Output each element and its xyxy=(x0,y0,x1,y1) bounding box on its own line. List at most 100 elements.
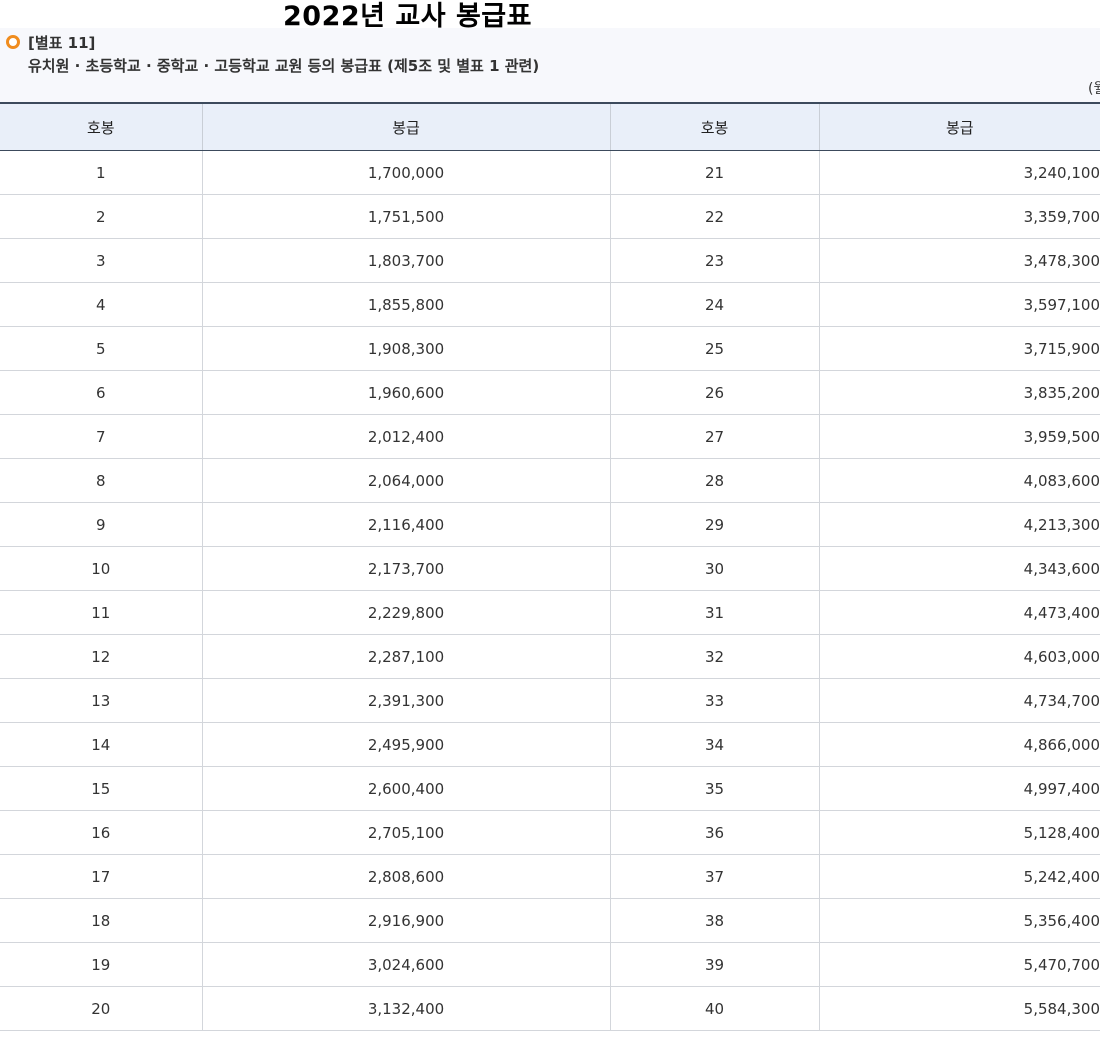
column-header-pay: 봉급 xyxy=(201,103,610,151)
salary-cell: 5,356,400 xyxy=(818,898,1100,943)
step-cell: 21 xyxy=(609,150,819,195)
table-body: 1 1,700,000 21 3,240,100 2 1,751,500 22 3,359,7… xyxy=(0,150,1100,1031)
table-row: 3 1,803,700 23 3,478,300 xyxy=(0,238,1100,283)
step-cell: 25 xyxy=(609,326,819,371)
salary-cell: 3,959,500 xyxy=(818,414,1100,459)
step-cell: 15 xyxy=(0,766,202,811)
step-cell: 40 xyxy=(609,986,819,1031)
step-cell: 8 xyxy=(0,458,202,503)
step-cell: 32 xyxy=(609,634,819,679)
step-cell: 30 xyxy=(609,546,819,591)
salary-cell: 1,908,300 xyxy=(201,326,610,371)
step-cell: 36 xyxy=(609,810,819,855)
table-label: [별표 11] xyxy=(28,34,96,52)
column-header-step: 호봉 xyxy=(0,103,202,151)
salary-cell: 2,116,400 xyxy=(201,502,610,547)
salary-cell: 3,024,600 xyxy=(201,942,610,987)
salary-cell: 4,603,000 xyxy=(818,634,1100,679)
salary-cell: 4,997,400 xyxy=(818,766,1100,811)
table-row: 16 2,705,100 36 5,128,400 xyxy=(0,810,1100,855)
salary-cell: 1,960,600 xyxy=(201,370,610,415)
step-cell: 27 xyxy=(609,414,819,459)
step-cell: 5 xyxy=(0,326,202,371)
step-cell: 3 xyxy=(0,238,202,283)
step-cell: 31 xyxy=(609,590,819,635)
table-row: 5 1,908,300 25 3,715,900 xyxy=(0,326,1100,371)
salary-cell: 5,584,300 xyxy=(818,986,1100,1031)
step-cell: 14 xyxy=(0,722,202,767)
salary-cell: 4,343,600 xyxy=(818,546,1100,591)
unit-note: (월 xyxy=(1088,81,1100,97)
salary-cell: 2,064,000 xyxy=(201,458,610,503)
step-cell: 16 xyxy=(0,810,202,855)
salary-cell: 3,240,100 xyxy=(818,150,1100,195)
table-caption: 유치원 · 초등학교 · 중학교 · 고등학교 교원 등의 봉급표 (제5조 및… xyxy=(28,57,540,75)
salary-cell: 3,715,900 xyxy=(818,326,1100,371)
salary-cell: 4,734,700 xyxy=(818,678,1100,723)
salary-cell: 3,132,400 xyxy=(201,986,610,1031)
circle-bullet-icon xyxy=(6,35,20,49)
step-cell: 2 xyxy=(0,194,202,239)
step-cell: 22 xyxy=(609,194,819,239)
step-cell: 23 xyxy=(609,238,819,283)
salary-cell: 2,600,400 xyxy=(201,766,610,811)
step-cell: 6 xyxy=(0,370,202,415)
step-cell: 37 xyxy=(609,854,819,899)
salary-cell: 4,213,300 xyxy=(818,502,1100,547)
table-row: 17 2,808,600 37 5,242,400 xyxy=(0,854,1100,899)
salary-cell: 3,478,300 xyxy=(818,238,1100,283)
step-cell: 4 xyxy=(0,282,202,327)
salary-cell: 2,391,300 xyxy=(201,678,610,723)
table-row: 12 2,287,100 32 4,603,000 xyxy=(0,634,1100,679)
step-cell: 29 xyxy=(609,502,819,547)
salary-cell: 1,855,800 xyxy=(201,282,610,327)
step-cell: 39 xyxy=(609,942,819,987)
salary-cell: 5,470,700 xyxy=(818,942,1100,987)
salary-cell: 1,803,700 xyxy=(201,238,610,283)
table-row: 7 2,012,400 27 3,959,500 xyxy=(0,414,1100,459)
step-cell: 38 xyxy=(609,898,819,943)
salary-cell: 2,012,400 xyxy=(201,414,610,459)
step-cell: 35 xyxy=(609,766,819,811)
step-cell: 33 xyxy=(609,678,819,723)
table-row: 13 2,391,300 33 4,734,700 xyxy=(0,678,1100,723)
salary-cell: 2,808,600 xyxy=(201,854,610,899)
step-cell: 24 xyxy=(609,282,819,327)
salary-cell: 5,242,400 xyxy=(818,854,1100,899)
column-header-pay: 봉급 xyxy=(818,103,1100,151)
step-cell: 17 xyxy=(0,854,202,899)
salary-cell: 4,473,400 xyxy=(818,590,1100,635)
step-cell: 12 xyxy=(0,634,202,679)
step-cell: 9 xyxy=(0,502,202,547)
table-row: 1 1,700,000 21 3,240,100 xyxy=(0,150,1100,195)
salary-cell: 3,597,100 xyxy=(818,282,1100,327)
column-header-step: 호봉 xyxy=(609,103,819,151)
step-cell: 7 xyxy=(0,414,202,459)
table-header-row: 호봉 봉급 호봉 봉급 xyxy=(0,103,1100,151)
table-row: 15 2,600,400 35 4,997,400 xyxy=(0,766,1100,811)
table-row: 4 1,855,800 24 3,597,100 xyxy=(0,282,1100,327)
salary-cell: 2,705,100 xyxy=(201,810,610,855)
step-cell: 1 xyxy=(0,150,202,195)
salary-cell: 2,495,900 xyxy=(201,722,610,767)
step-cell: 26 xyxy=(609,370,819,415)
table-row: 19 3,024,600 39 5,470,700 xyxy=(0,942,1100,987)
salary-cell: 2,229,800 xyxy=(201,590,610,635)
table-row: 11 2,229,800 31 4,473,400 xyxy=(0,590,1100,635)
salary-cell: 4,083,600 xyxy=(818,458,1100,503)
step-cell: 18 xyxy=(0,898,202,943)
step-cell: 19 xyxy=(0,942,202,987)
step-cell: 10 xyxy=(0,546,202,591)
salary-cell: 5,128,400 xyxy=(818,810,1100,855)
table-row: 20 3,132,400 40 5,584,300 xyxy=(0,986,1100,1031)
table-row: 6 1,960,600 26 3,835,200 xyxy=(0,370,1100,415)
step-cell: 13 xyxy=(0,678,202,723)
salary-table: 호봉 봉급 호봉 봉급 1 1,700,000 21 3,240,100 2 1,751,… xyxy=(0,102,1100,1031)
salary-cell: 2,287,100 xyxy=(201,634,610,679)
step-cell: 28 xyxy=(609,458,819,503)
salary-cell: 2,173,700 xyxy=(201,546,610,591)
salary-cell: 3,835,200 xyxy=(818,370,1100,415)
salary-cell: 3,359,700 xyxy=(818,194,1100,239)
table-row: 8 2,064,000 28 4,083,600 xyxy=(0,458,1100,503)
salary-cell: 2,916,900 xyxy=(201,898,610,943)
